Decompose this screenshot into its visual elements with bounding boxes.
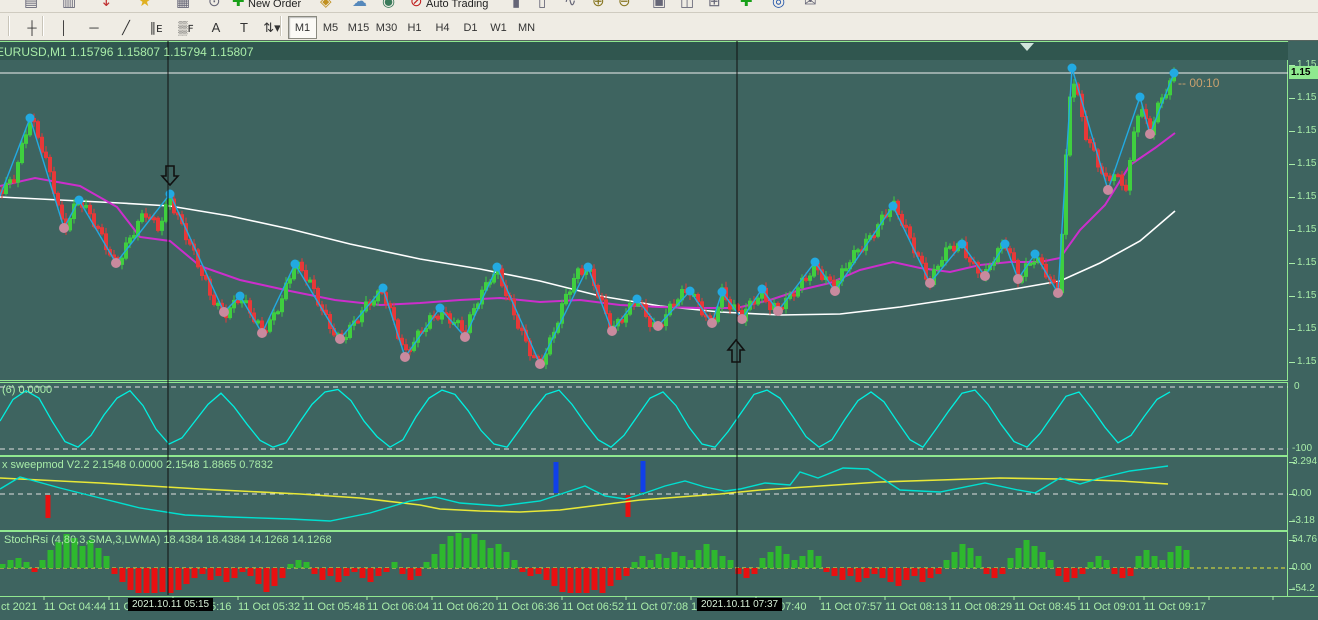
axis-tick: [1289, 362, 1295, 363]
vline-date-box: 2021.10.11 05:15: [128, 598, 214, 611]
candle-countdown: -- 00:10: [1178, 76, 1219, 90]
time-label: 11 Oct 07:08: [626, 601, 689, 613]
time-label: 11 Oct 08:29: [950, 601, 1013, 613]
price-axis-label: 1.15: [1297, 257, 1317, 268]
price-axis-label: 1.15: [1297, 224, 1317, 235]
chart-shift-marker-icon[interactable]: [1020, 43, 1034, 51]
axis-tick: [1289, 568, 1295, 569]
time-label: 11 Oct 05:48: [303, 601, 366, 613]
axis-tick: [1289, 131, 1295, 132]
down-arrow-icon: [160, 165, 180, 187]
chart-canvas[interactable]: [0, 0, 1318, 620]
indicator3-axis-label: 54.76: [1292, 534, 1318, 545]
time-label: ct 2021: [1, 601, 38, 613]
axis-tick: [1289, 329, 1295, 330]
axis-tick: [1289, 494, 1295, 495]
indicator2-axis-label: -3.18: [1292, 515, 1315, 526]
price-axis-label: 1.15: [1297, 125, 1317, 136]
axis-tick: [1289, 263, 1295, 264]
countdown-dash: --: [1178, 76, 1186, 90]
time-label: 5:16: [210, 601, 232, 613]
indicator3-axis-label: -54.2: [1292, 583, 1315, 594]
time-label: 11 Oct 06:52: [562, 601, 625, 613]
indicator1-axis-label: 0: [1294, 381, 1300, 392]
axis-tick: [1289, 521, 1295, 522]
indicator2-label: x sweepmod V2.2 2.1548 0.0000 2.1548 1.8…: [2, 459, 273, 471]
time-label: 07:40: [779, 601, 807, 613]
time-label: 11 Oct 09:01: [1079, 601, 1142, 613]
price-axis-label: 1.15: [1297, 92, 1317, 103]
axis-tick: [1289, 164, 1295, 165]
price-axis-label: 1.15: [1297, 191, 1317, 202]
axis-tick: [1289, 296, 1295, 297]
current-price-box: 1.15: [1289, 66, 1318, 79]
time-label: 11 Oct 08:45: [1014, 601, 1077, 613]
time-label: 11 Oct 07:57: [820, 601, 883, 613]
time-label: 11 Oct 04:44: [44, 601, 107, 613]
axis-tick: [1289, 230, 1295, 231]
time-label: 11 Oct 06:20: [432, 601, 495, 613]
price-axis-label: 1.15: [1297, 356, 1317, 367]
time-label: 11 Oct 06:36: [497, 601, 560, 613]
time-label: 11 Oct 05:32: [238, 601, 301, 613]
time-label: 11 Oct 09:17: [1144, 601, 1207, 613]
indicator3-label: StochRsi (4,80,3,SMA,3,LWMA) 18.4384 18.…: [4, 534, 332, 546]
axis-tick: [1289, 197, 1295, 198]
axis-tick: [1289, 462, 1295, 463]
axis-tick: [1289, 540, 1295, 541]
indicator2-axis-label: 3.294: [1292, 456, 1318, 467]
vline-date-box: 2021.10.11 07:37: [697, 598, 783, 611]
time-label: 11 Oct 06:04: [367, 601, 430, 613]
time-label: 11 Oct 08:13: [885, 601, 948, 613]
countdown-value: 00:10: [1189, 76, 1220, 90]
axis-tick: [1289, 589, 1295, 590]
chart-ohlc-title: EURUSD,M1 1.15796 1.15807 1.15794 1.1580…: [0, 45, 254, 59]
indicator1-label: (6) 0.0000: [2, 384, 53, 396]
up-arrow-icon: [726, 338, 746, 363]
axis-tick: [1289, 98, 1295, 99]
price-axis-label: 1.15: [1297, 158, 1317, 169]
price-axis-label: 1.15: [1297, 290, 1317, 301]
indicator1-axis-label: -100: [1292, 443, 1313, 454]
mt4-terminal: ▤ ▥ ↧ ★ ▦ ⊙ ✚ ◈ ☁ ◉ ⊘ ▮ ▯ ∿ ⊕ ⊖ ▣ ◫ ⊞ ✚ ◎ ✉ New Order Auto Trad…: [0, 0, 1318, 620]
price-axis-label: 1.15: [1297, 323, 1317, 334]
